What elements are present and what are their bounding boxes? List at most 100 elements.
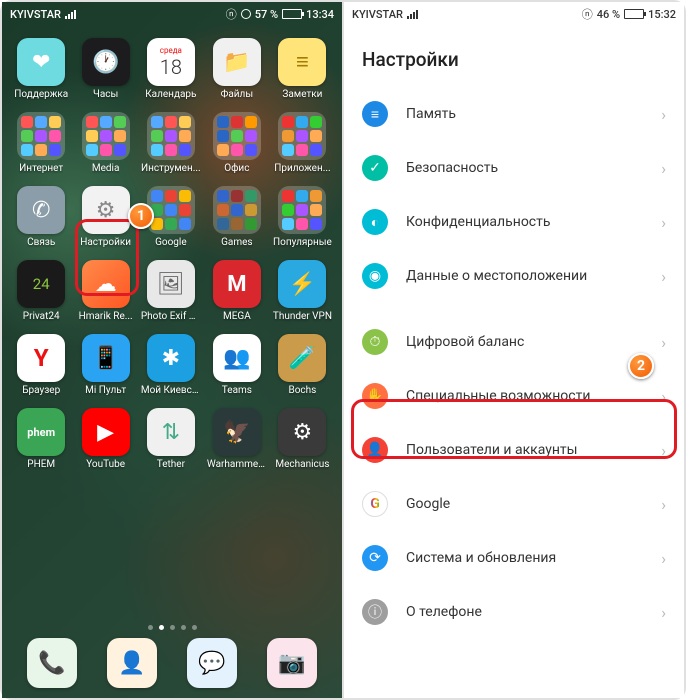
app-label: Часы	[93, 89, 118, 100]
app-label: Privat24	[23, 311, 60, 322]
app-браузер[interactable]: Y Браузер	[12, 334, 70, 396]
signal-icon	[65, 10, 76, 19]
app-label: Tether	[157, 459, 185, 470]
settings-list: ≡Память›✓Безопасность›◐Конфиденциальност…	[344, 87, 684, 639]
alarm-icon	[241, 9, 251, 19]
chevron-right-icon: ›	[661, 441, 666, 460]
app-mega[interactable]: MMEGA	[207, 260, 267, 322]
app-tile-icon: ✱	[147, 334, 195, 382]
app-hmarikre[interactable]: ☁ Hmarik Re...	[76, 260, 134, 322]
chevron-right-icon: ›	[661, 105, 666, 124]
app-google[interactable]: Google	[141, 186, 201, 248]
app-bochs[interactable]: 🧪Bochs	[273, 334, 332, 396]
settings-item-label: Данные о местоположении	[406, 268, 643, 284]
app-thundervpn[interactable]: ⚡Thunder VPN	[273, 260, 332, 322]
status-bar-right: KYIVSTAR ⓝ 46 % 15:32	[344, 2, 684, 26]
users-icon: 👤	[362, 437, 388, 463]
settings-item-accessibility[interactable]: ✋Специальные возможности›	[344, 369, 684, 423]
dock-camera[interactable]: 📷	[267, 638, 317, 688]
app-privat24[interactable]: 24 Privat24	[12, 260, 70, 322]
app-файлы[interactable]: 📁Файлы	[207, 38, 267, 100]
app-label: Games	[221, 237, 252, 248]
app-label: Настройки	[80, 237, 131, 248]
app-поддержка[interactable]: ❤Поддержка	[12, 38, 70, 100]
app-tile-icon: ≡	[278, 38, 326, 86]
app-label: Media	[92, 163, 120, 174]
app-tile-icon: 👥	[213, 334, 261, 382]
status-bar-left: KYIVSTAR ⓝ 57 % 13:34	[2, 2, 342, 26]
app-офис[interactable]: Офис	[207, 112, 267, 174]
settings-item-label: Система и обновления	[406, 550, 643, 566]
app-приложен[interactable]: Приложен...	[273, 112, 332, 174]
settings-item-about[interactable]: ⓘО телефоне›	[344, 585, 684, 639]
app-tile-icon: 🧪	[278, 334, 326, 382]
settings-item-location[interactable]: ◉Данные о местоположении›	[344, 249, 684, 303]
app-календарь[interactable]: среда18 Календарь	[141, 38, 201, 100]
settings-item-balance[interactable]: ⏱Цифровой баланс›	[344, 315, 684, 369]
app-label: Hmarik Re...	[79, 311, 133, 322]
app-youtube[interactable]: ▶YouTube	[76, 408, 134, 470]
app-phem[interactable]: phemPHEM	[12, 408, 70, 470]
folder-icon	[213, 186, 261, 234]
app-tile-icon: ▶	[82, 408, 130, 456]
app-мойкиевст[interactable]: ✱Мой Киевст...	[141, 334, 201, 396]
app-mechanicus[interactable]: ⚙Mechanicus	[273, 408, 332, 470]
app-tile-icon: 24	[17, 260, 65, 308]
app-games[interactable]: Games	[207, 186, 267, 248]
carrier-label: KYIVSTAR	[352, 8, 403, 21]
app-tile-icon: ⚙	[82, 186, 130, 234]
app-tile-icon: 🖼	[147, 260, 195, 308]
chevron-right-icon: ›	[661, 333, 666, 352]
settings-screen: KYIVSTAR ⓝ 46 % 15:32 Настройки ≡Память›…	[344, 2, 684, 698]
dock-contacts[interactable]: 👤	[107, 638, 157, 688]
dock-phone[interactable]: 📞	[27, 638, 77, 688]
app-tile-icon: 📱	[82, 334, 130, 382]
app-tile-icon: Y	[17, 334, 65, 382]
app-инструмен[interactable]: Инструмен...	[141, 112, 201, 174]
folder-icon	[17, 112, 65, 160]
settings-item-privacy[interactable]: ◐Конфиденциальность›	[344, 195, 684, 249]
app-tile-icon: ⚡	[278, 260, 326, 308]
app-tile-icon: среда18	[147, 38, 195, 86]
app-label: MEGA	[223, 311, 251, 322]
app-label: PHEM	[27, 459, 55, 470]
settings-item-label: Память	[406, 106, 643, 122]
app-популярные[interactable]: Популярные	[273, 186, 332, 248]
settings-item-users[interactable]: 👤Пользователи и аккаунты›	[344, 423, 684, 477]
app-miпульт[interactable]: 📱Mi Пульт	[76, 334, 134, 396]
app-label: Браузер	[22, 385, 60, 396]
signal-icon	[407, 10, 418, 19]
settings-item-system[interactable]: ⟳Система и обновления›	[344, 531, 684, 585]
app-photoexife[interactable]: 🖼Photo Exif E...	[141, 260, 201, 322]
app-tether[interactable]: ⇅Tether	[141, 408, 201, 470]
about-icon: ⓘ	[362, 599, 388, 625]
folder-icon	[147, 186, 195, 234]
app-интернет[interactable]: Интернет	[12, 112, 70, 174]
settings-item-shield[interactable]: ✓Безопасность›	[344, 141, 684, 195]
app-настройки[interactable]: ⚙ Настройки	[76, 186, 134, 248]
app-media[interactable]: Media	[76, 112, 134, 174]
folder-icon	[213, 112, 261, 160]
settings-item-storage[interactable]: ≡Память›	[344, 87, 684, 141]
app-warhammer[interactable]: 🦅Warhammer...	[207, 408, 267, 470]
chevron-right-icon: ›	[661, 603, 666, 622]
app-teams[interactable]: 👥Teams	[207, 334, 267, 396]
settings-item-label: Конфиденциальность	[406, 214, 643, 230]
chevron-right-icon: ›	[661, 549, 666, 568]
app-tile-icon: ☁	[82, 260, 130, 308]
app-label: Заметки	[282, 89, 322, 100]
clock-label: 15:32	[648, 8, 676, 21]
app-label: Календарь	[145, 89, 196, 100]
app-связь[interactable]: ✆Связь	[12, 186, 70, 248]
google-icon: G	[362, 491, 388, 517]
accessibility-icon: ✋	[362, 383, 388, 409]
nfc-icon: ⓝ	[582, 6, 593, 22]
nfc-icon: ⓝ	[226, 6, 237, 22]
page-indicator	[2, 625, 342, 630]
battery-icon	[624, 9, 644, 19]
settings-item-google[interactable]: GGoogle›	[344, 477, 684, 531]
dock-messages[interactable]: 💬	[187, 638, 237, 688]
app-часы[interactable]: 🕐 Часы	[76, 38, 134, 100]
app-заметки[interactable]: ≡ Заметки	[273, 38, 332, 100]
app-tile-icon: 🕐	[82, 38, 130, 86]
